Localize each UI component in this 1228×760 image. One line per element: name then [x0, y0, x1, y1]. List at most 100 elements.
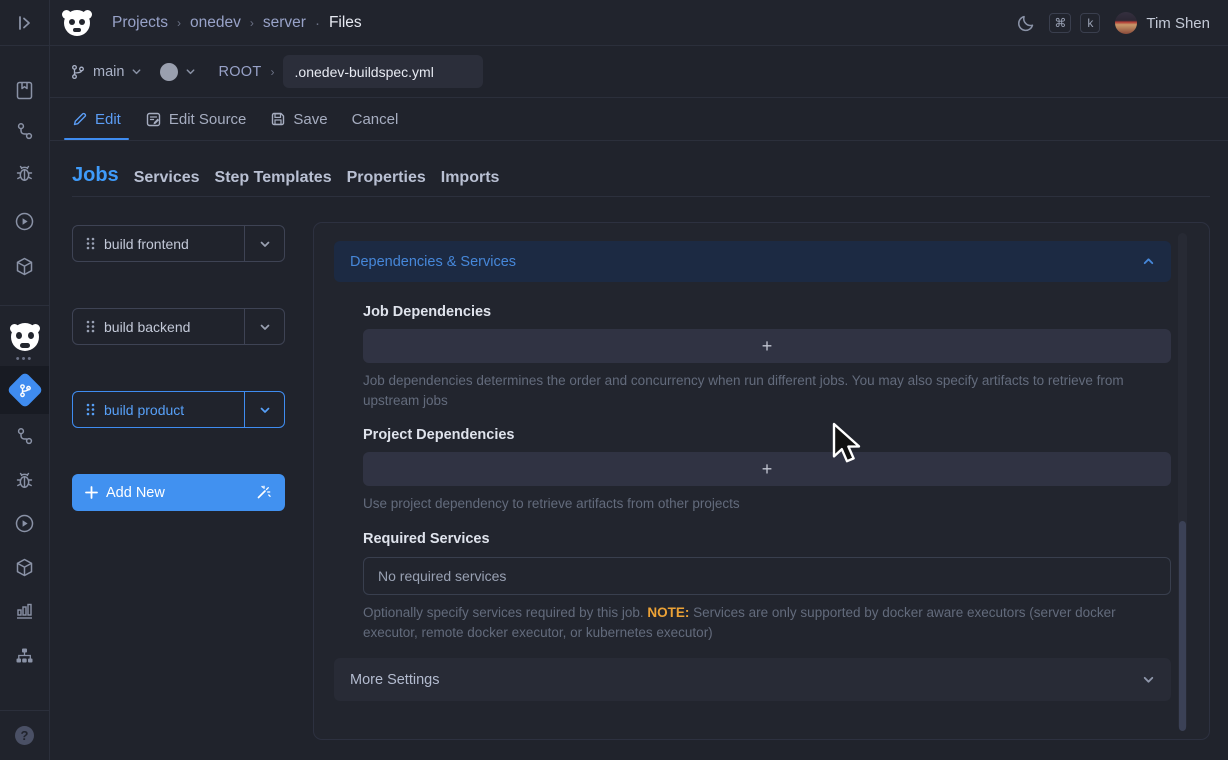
more-settings-section-header[interactable]: More Settings — [334, 658, 1171, 701]
sidebar-item-code-active[interactable] — [0, 375, 49, 405]
sidebar-item-project-issues[interactable] — [0, 468, 49, 492]
user-avatar[interactable] — [1115, 12, 1137, 34]
job-item-build-product-selected: build product — [72, 391, 285, 428]
job-name-label: build product — [104, 402, 184, 418]
path-root-link[interactable]: ROOT — [218, 64, 261, 80]
tab-step-templates[interactable]: Step Templates — [215, 169, 332, 187]
job-dependencies-help: Job dependencies determines the order an… — [363, 371, 1171, 411]
chevron-down-icon — [259, 404, 271, 416]
play-circle-icon — [14, 513, 35, 534]
collapse-sidebar-icon — [15, 13, 35, 33]
sidebar-item-hierarchy[interactable] — [0, 643, 49, 667]
hierarchy-icon — [14, 645, 35, 666]
tab-properties[interactable]: Properties — [347, 169, 426, 187]
breadcrumb-onedev[interactable]: onedev — [190, 14, 241, 32]
code-branch-icon — [6, 372, 43, 409]
edit-toolbar: Edit Edit Source Save Cancel — [50, 98, 1228, 140]
sidebar-item-builds[interactable] — [0, 209, 49, 233]
sidebar-item-packages[interactable] — [0, 254, 49, 278]
project-avatar[interactable] — [0, 322, 49, 352]
required-services-placeholder: No required services — [378, 568, 506, 584]
job-name-button[interactable]: build product — [73, 392, 244, 427]
add-job-dependency-button[interactable]: + — [363, 329, 1171, 363]
required-services-label: Required Services — [363, 531, 490, 547]
pull-request-icon — [15, 121, 35, 141]
save-icon — [270, 111, 286, 127]
panel-scrollbar-thumb[interactable] — [1179, 521, 1186, 731]
collapse-sidebar-button[interactable] — [0, 10, 49, 36]
project-panda-logo-icon — [11, 323, 39, 351]
tab-services[interactable]: Services — [134, 169, 200, 187]
path-breadcrumb: ROOT › — [218, 64, 274, 80]
branch-bar: main ROOT › — [50, 46, 1228, 97]
note-badge: NOTE: — [647, 605, 689, 620]
filename-input[interactable] — [283, 55, 483, 88]
branch-selector[interactable]: main — [70, 64, 142, 80]
shortcut-k-key[interactable]: k — [1080, 13, 1100, 33]
breadcrumb: Projects › onedev › server · Files — [112, 14, 362, 32]
edit-tab-label: Edit — [95, 111, 121, 128]
git-branch-icon — [70, 64, 86, 80]
help-button[interactable]: ? — [0, 724, 49, 746]
sidebar-item-pull-requests[interactable] — [0, 119, 49, 143]
job-dropdown-button[interactable] — [244, 309, 284, 344]
path-separator-icon: › — [271, 65, 275, 79]
required-services-help: Optionally specify services required by … — [363, 603, 1171, 643]
cancel-button[interactable]: Cancel — [352, 98, 399, 140]
breadcrumb-server[interactable]: server — [263, 14, 306, 32]
save-button[interactable]: Save — [270, 98, 327, 140]
panel-scrollbar-track[interactable] — [1178, 233, 1187, 730]
breadcrumb-separator-icon: › — [250, 16, 254, 30]
dark-mode-moon-icon[interactable] — [1016, 13, 1036, 33]
sidebar-item-project-builds[interactable] — [0, 511, 49, 535]
add-project-dependency-button[interactable]: + — [363, 452, 1171, 486]
project-dependencies-label: Project Dependencies — [363, 427, 515, 443]
chevron-down-icon — [185, 66, 196, 77]
dependencies-services-section-header[interactable]: Dependencies & Services — [334, 241, 1171, 282]
drag-handle-icon[interactable] — [86, 320, 95, 333]
edit-tab[interactable]: Edit — [72, 98, 121, 140]
edit-source-icon — [145, 111, 162, 128]
sidebar-item-docs[interactable] — [0, 78, 49, 102]
magic-wand-icon — [255, 484, 272, 501]
top-header: Projects › onedev › server · Files ⌘ k T… — [50, 0, 1228, 46]
breadcrumb-projects[interactable]: Projects — [112, 14, 168, 32]
sidebar-item-stats[interactable] — [0, 598, 49, 622]
drag-handle-icon[interactable] — [86, 237, 95, 250]
shortcut-cmd-key[interactable]: ⌘ — [1049, 13, 1071, 33]
job-dependencies-label: Job Dependencies — [363, 304, 491, 320]
project-switcher-dots[interactable]: ••• — [0, 352, 49, 366]
user-filter-selector[interactable] — [160, 63, 196, 81]
more-settings-title: More Settings — [350, 672, 439, 688]
header-divider — [0, 45, 1228, 46]
package-icon — [14, 557, 35, 578]
job-item-build-frontend: build frontend — [72, 225, 285, 262]
chevron-down-icon — [259, 321, 271, 333]
cancel-button-label: Cancel — [352, 111, 399, 128]
drag-handle-icon[interactable] — [86, 403, 95, 416]
job-item-build-backend: build backend — [72, 308, 285, 345]
header-right-group: ⌘ k Tim Shen — [1016, 12, 1210, 34]
sidebar-item-project-pull-requests[interactable] — [0, 424, 49, 448]
edit-source-tab-label: Edit Source — [169, 111, 247, 128]
onedev-logo-icon[interactable] — [64, 10, 90, 36]
job-name-button[interactable]: build backend — [73, 309, 244, 344]
section-title: Dependencies & Services — [350, 254, 516, 270]
job-dropdown-button[interactable] — [244, 226, 284, 261]
tab-jobs[interactable]: Jobs — [72, 164, 119, 187]
tab-imports[interactable]: Imports — [441, 169, 500, 187]
edit-source-tab[interactable]: Edit Source — [145, 98, 247, 140]
required-services-input[interactable]: No required services — [363, 557, 1171, 595]
onedev-buildspec-editor: { "header": { "breadcrumb": { "projects"… — [0, 0, 1228, 760]
sidebar-divider — [0, 710, 49, 711]
chevron-down-icon — [1142, 673, 1155, 686]
add-new-job-button[interactable]: Add New — [72, 474, 285, 511]
sidebar-item-project-packages[interactable] — [0, 555, 49, 579]
user-name[interactable]: Tim Shen — [1146, 15, 1210, 32]
sidebar-item-issues[interactable] — [0, 161, 49, 185]
job-name-button[interactable]: build frontend — [73, 226, 244, 261]
job-name-label: build backend — [104, 319, 190, 335]
chevron-up-icon — [1142, 255, 1155, 268]
package-icon — [14, 256, 35, 277]
job-dropdown-button[interactable] — [244, 392, 284, 427]
